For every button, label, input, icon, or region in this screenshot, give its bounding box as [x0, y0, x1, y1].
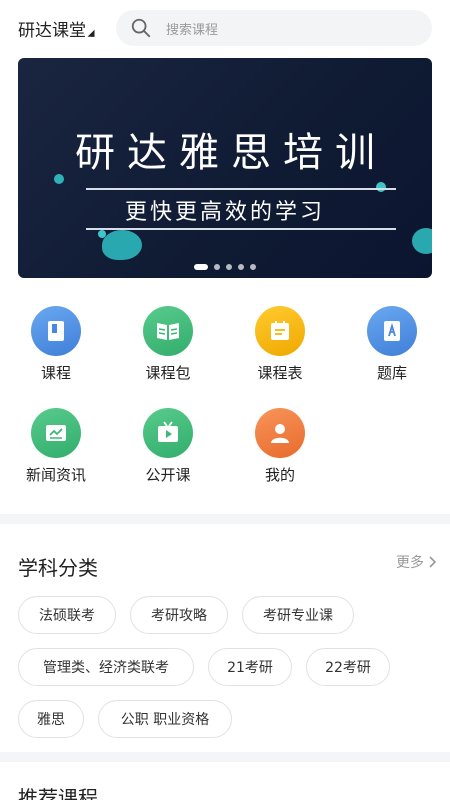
brand-label: 研达课堂: [18, 21, 86, 41]
decor-dot: [98, 230, 106, 238]
subject-tag[interactable]: 管理类、经济类联考: [18, 648, 194, 686]
grid-label: 课程包: [145, 364, 191, 382]
banner-divider: [86, 188, 396, 190]
decor-blob: [412, 228, 432, 254]
grid-item-course-package[interactable]: 课程包: [118, 306, 218, 383]
book-package-icon: [143, 306, 193, 356]
decor-blob: [102, 230, 142, 260]
question-bank-icon: [367, 306, 417, 356]
grid-item-profile[interactable]: 我的: [230, 408, 330, 485]
grid-item-news[interactable]: 新闻资讯: [6, 408, 106, 485]
open-class-icon: [143, 408, 193, 458]
grid-item-course[interactable]: 课程: [6, 306, 106, 383]
search-icon: [131, 18, 151, 38]
section-title-recommended: 推荐课程: [18, 786, 98, 800]
section-divider: [0, 752, 450, 762]
decor-dot: [376, 182, 386, 192]
grid-item-question-bank[interactable]: 题库: [342, 306, 442, 383]
subject-tag[interactable]: 公职 职业资格: [98, 700, 232, 738]
grid-label: 课程: [40, 364, 71, 382]
carousel-dot[interactable]: [214, 264, 220, 270]
search-placeholder: 搜索课程: [166, 22, 219, 38]
carousel-dot[interactable]: [238, 264, 244, 270]
subject-tag[interactable]: 雅思: [18, 700, 84, 738]
grid-label: 课程表: [257, 364, 303, 382]
banner-subtitle: 更快更高效的学习: [124, 200, 325, 225]
carousel-dot[interactable]: [226, 264, 232, 270]
grid-label: 题库: [376, 364, 407, 382]
subject-tag[interactable]: 考研专业课: [242, 596, 354, 634]
top-bar: 研达课堂 搜索课程: [0, 0, 450, 56]
more-link[interactable]: 更多: [396, 552, 436, 572]
section-title-subjects: 学科分类: [18, 556, 98, 580]
carousel-dot-active[interactable]: [194, 264, 208, 270]
banner-title: 研达雅思培训: [75, 130, 387, 176]
subject-tag[interactable]: 22考研: [306, 648, 390, 686]
grid-label: 新闻资讯: [25, 466, 86, 484]
subject-tag[interactable]: 考研攻略: [130, 596, 228, 634]
profile-icon: [255, 408, 305, 458]
banner-divider: [86, 228, 396, 230]
chevron-right-icon: [429, 556, 436, 568]
carousel-dot[interactable]: [250, 264, 256, 270]
course-icon: [31, 306, 81, 356]
brand-selector[interactable]: 研达课堂: [18, 16, 96, 41]
more-label: 更多: [396, 555, 424, 571]
grid-label: 我的: [264, 466, 295, 484]
caret-down-icon: [87, 29, 95, 37]
carousel-indicator[interactable]: [18, 264, 432, 270]
schedule-icon: [255, 306, 305, 356]
news-icon: [31, 408, 81, 458]
search-bar[interactable]: 搜索课程: [116, 10, 432, 46]
grid-item-schedule[interactable]: 课程表: [230, 306, 330, 383]
subject-tag[interactable]: 21考研: [208, 648, 292, 686]
grid-label: 公开课: [145, 466, 191, 484]
promo-banner[interactable]: 研达雅思培训 更快更高效的学习: [18, 58, 432, 278]
section-divider: [0, 514, 450, 524]
grid-item-open-class[interactable]: 公开课: [118, 408, 218, 485]
subject-tag[interactable]: 法硕联考: [18, 596, 116, 634]
